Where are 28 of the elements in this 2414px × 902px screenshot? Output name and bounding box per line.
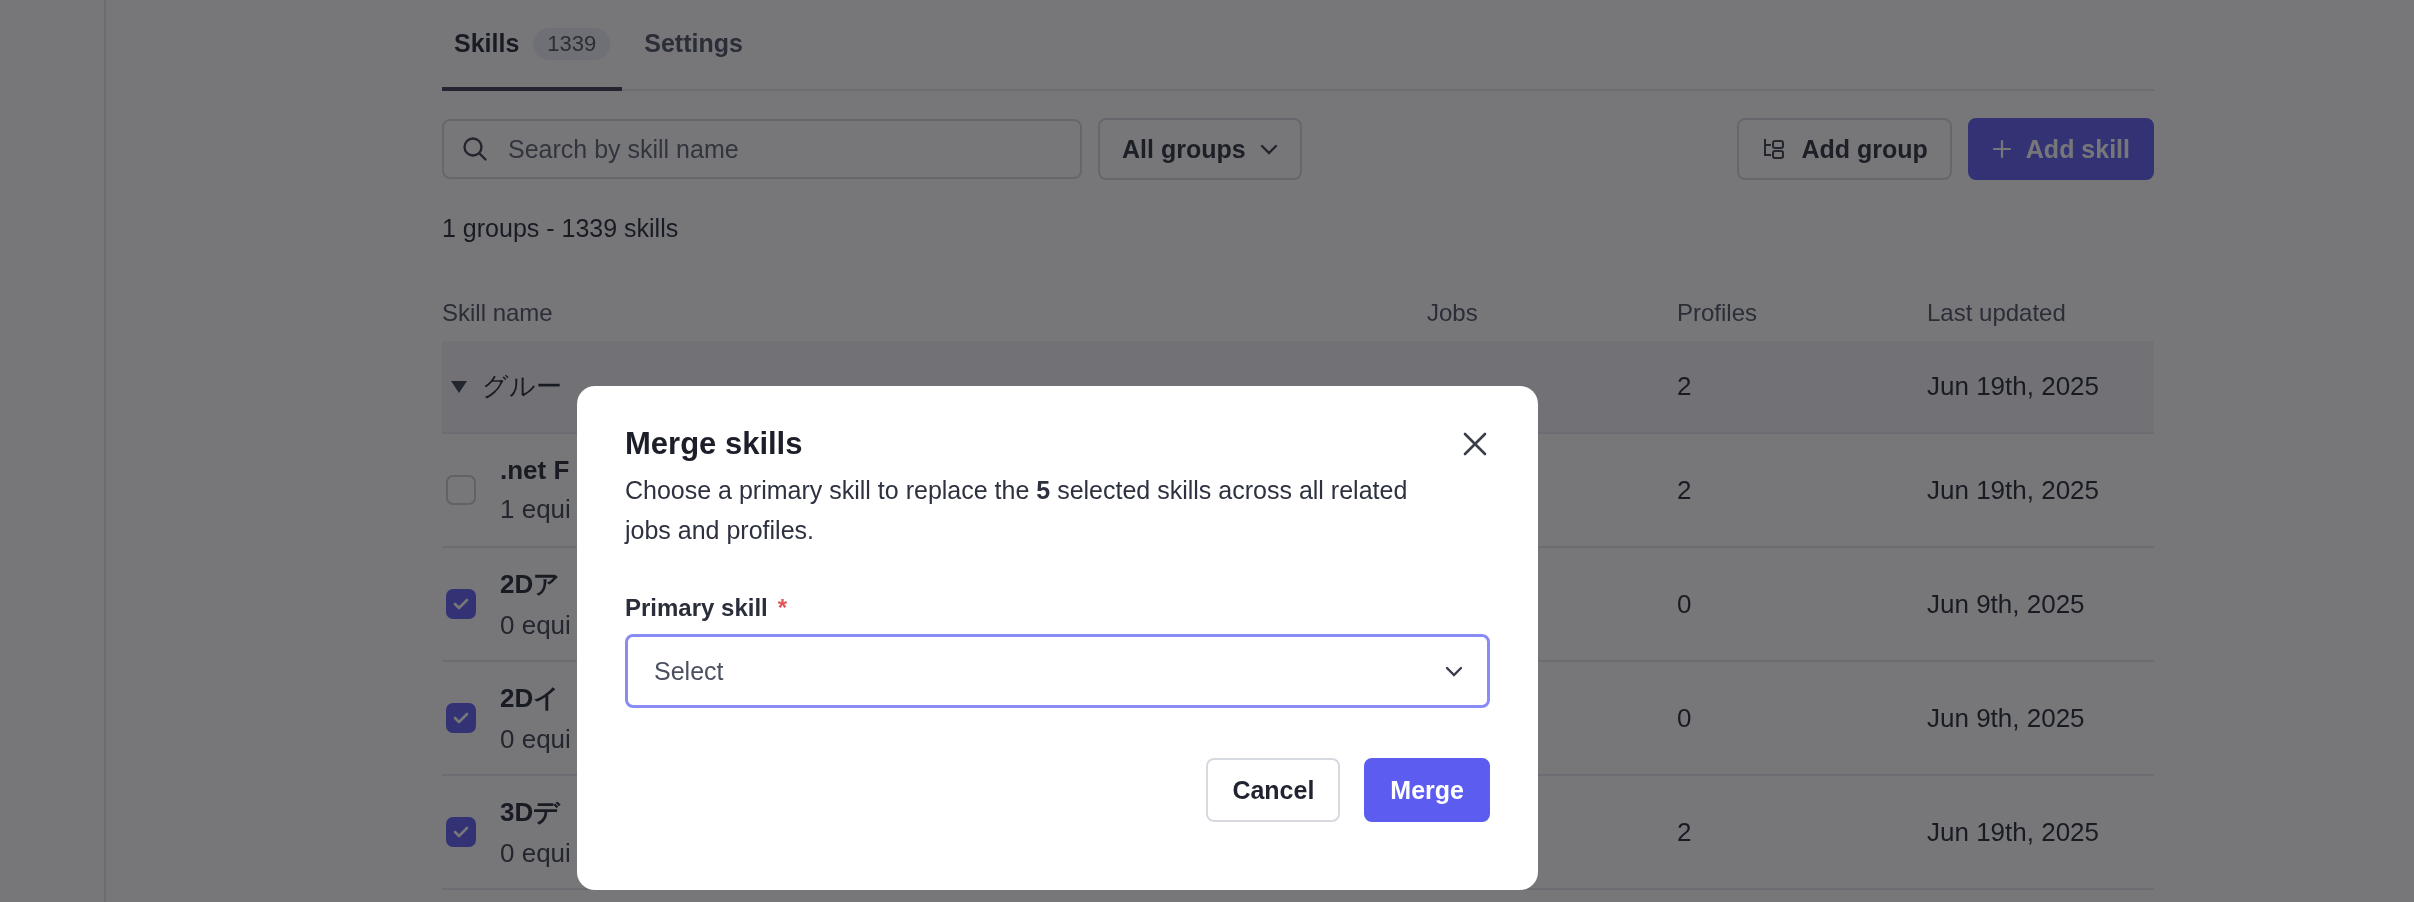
skill-name: .net F xyxy=(500,455,571,486)
column-header: Profiles xyxy=(1677,299,1759,327)
skill-name: 2Dイ xyxy=(500,682,562,715)
required-mark: * xyxy=(777,594,788,622)
field-label: Primary skill xyxy=(625,594,768,622)
group-name: グルー xyxy=(482,370,562,403)
table-cell-text: Jun 19th, 2025 xyxy=(1927,474,2101,506)
skill-name: 3Dデ xyxy=(500,796,562,829)
table-cell-text: Jun 19th, 2025 xyxy=(1927,371,2101,402)
dialog-description: Choose a primary skill to replace the 5 selected skills across all related jobs and profiles. xyxy=(625,475,1409,546)
count-badge: 1339 xyxy=(533,27,611,60)
column-header: Jobs xyxy=(1427,299,1479,327)
summary-text: 1 groups - 1339 skills xyxy=(442,214,680,243)
table-cell-text: 0 xyxy=(1677,588,1693,620)
table-cell-text: 2 xyxy=(1677,816,1693,848)
column-header: Skill name xyxy=(442,299,554,327)
table-cell-text: 2 xyxy=(1677,371,1693,402)
equivalents-text: 1 equi xyxy=(500,494,571,525)
skill-name: 2Dア xyxy=(500,568,562,601)
equivalents-text: 0 equi xyxy=(500,610,571,641)
equivalents-text: 0 equi xyxy=(500,724,571,755)
table-cell-text: Jun 19th, 2025 xyxy=(1927,816,2101,848)
table-cell-text: 0 xyxy=(1677,702,1693,734)
table-cell-text: Jun 9th, 2025 xyxy=(1927,588,2086,620)
table-cell-text: Jun 9th, 2025 xyxy=(1927,702,2086,734)
column-header: Last updated xyxy=(1927,299,2067,327)
equivalents-text: 0 equi xyxy=(500,838,571,869)
table-cell-text: 2 xyxy=(1677,474,1693,506)
